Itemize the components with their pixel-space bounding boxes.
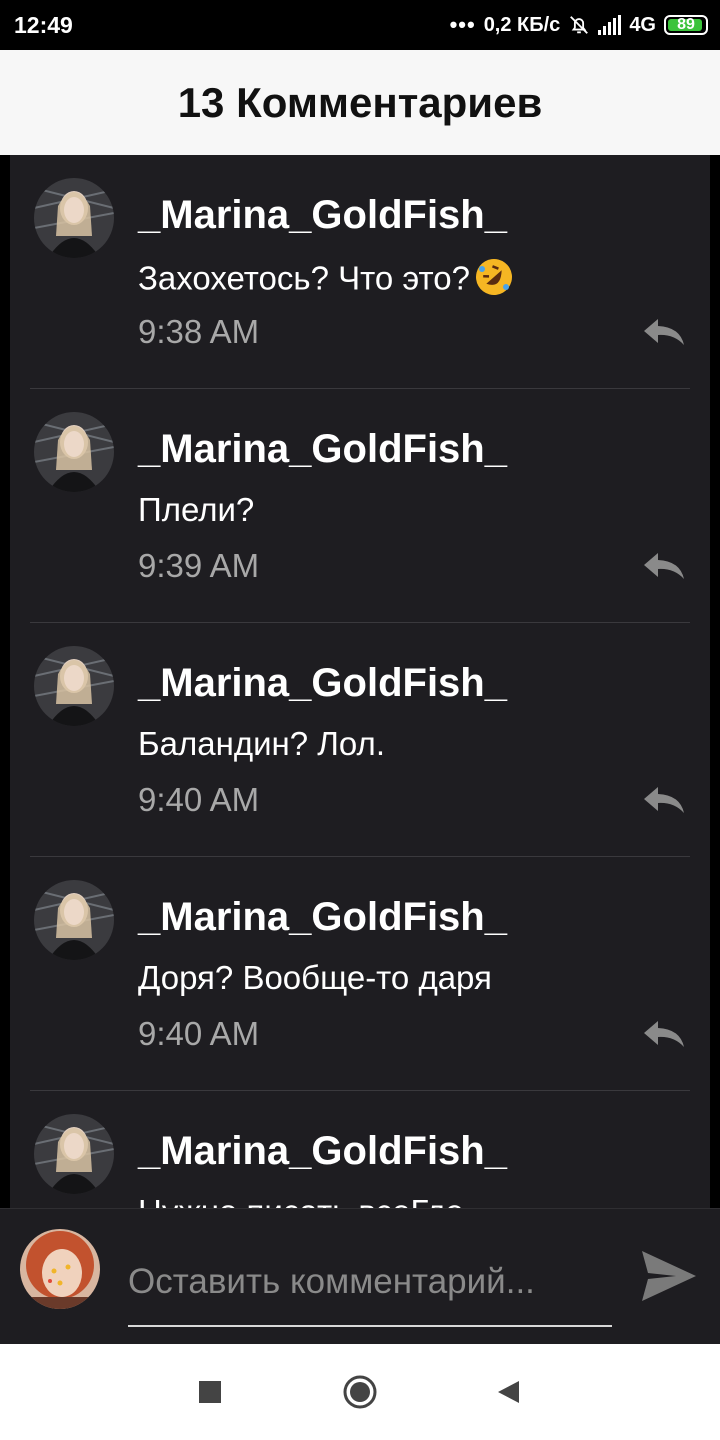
comment-text: Доря? Вообще-то даря bbox=[138, 959, 492, 996]
reply-icon[interactable] bbox=[642, 785, 686, 815]
comment-item[interactable]: _Marina_GoldFish_ Доря? Вообще-то даря 9:4… bbox=[30, 856, 690, 1090]
comment-input[interactable] bbox=[128, 1249, 612, 1327]
muted-bell-icon bbox=[570, 16, 589, 34]
system-nav-bar bbox=[0, 1344, 720, 1440]
comment-time: 9:38 AM bbox=[138, 313, 260, 350]
comment-time: 9:40 AM bbox=[138, 781, 260, 818]
comment-time: 9:39 AM bbox=[138, 547, 260, 584]
comment-item[interactable]: _Marina_GoldFish_ Захохетось? Что это? 9:3… bbox=[10, 155, 710, 388]
my-avatar bbox=[20, 1229, 100, 1309]
comment-text: Захохетось? Что это? bbox=[138, 257, 514, 305]
status-time: 12:49 bbox=[14, 12, 73, 38]
more-dots-icon: ••• bbox=[449, 12, 476, 37]
comment-author[interactable]: _Marina_GoldFish_ bbox=[138, 427, 507, 472]
comment-time: 9:40 AM bbox=[138, 1015, 260, 1052]
back-icon[interactable] bbox=[488, 1372, 528, 1412]
comments-list[interactable]: _Marina_GoldFish_ Захохетось? Что это? 9:3… bbox=[10, 155, 710, 1208]
comment-author[interactable]: _Marina_GoldFish_ bbox=[138, 895, 507, 940]
reply-icon[interactable] bbox=[642, 1019, 686, 1049]
author-avatar[interactable] bbox=[34, 1114, 114, 1194]
comment-item[interactable]: _Marina_GoldFish_ Плели? 9:39 AM bbox=[30, 388, 690, 622]
comment-text: Баландин? Лол. bbox=[138, 725, 385, 762]
comment-text: Плели? bbox=[138, 491, 255, 528]
reply-icon[interactable] bbox=[642, 551, 686, 581]
comment-author[interactable]: _Marina_GoldFish_ bbox=[138, 1129, 507, 1174]
send-icon[interactable] bbox=[640, 1249, 698, 1303]
header: 13 Комментариев bbox=[0, 50, 720, 155]
author-avatar[interactable] bbox=[34, 646, 114, 726]
page-title: 13 Комментариев bbox=[177, 78, 543, 126]
comment-author[interactable]: _Marina_GoldFish_ bbox=[138, 661, 507, 706]
comment-item[interactable]: _Marina_GoldFish_ Нужно писать всеГде bbox=[30, 1090, 690, 1208]
network-speed: 0,2 КБ/с bbox=[483, 13, 561, 36]
laughing-emoji-icon bbox=[474, 257, 514, 305]
comment-text: Нужно писать всеГде bbox=[138, 1193, 464, 1208]
battery-icon: 89 bbox=[664, 15, 708, 35]
author-avatar[interactable] bbox=[34, 178, 114, 258]
home-icon[interactable] bbox=[340, 1372, 380, 1412]
status-bar: 12:49 ••• 0,2 КБ/с 4G 89 bbox=[0, 0, 720, 50]
battery-level: 89 bbox=[677, 16, 695, 33]
status-indicators: ••• 0,2 КБ/с 4G 89 bbox=[450, 10, 708, 40]
reply-icon[interactable] bbox=[642, 317, 686, 347]
author-avatar[interactable] bbox=[34, 412, 114, 492]
author-avatar[interactable] bbox=[34, 880, 114, 960]
comment-author[interactable]: _Marina_GoldFish_ bbox=[138, 193, 507, 238]
comment-item[interactable]: _Marina_GoldFish_ Баландин? Лол. 9:40 AM bbox=[30, 622, 690, 856]
comment-composer bbox=[0, 1208, 720, 1345]
recent-apps-icon[interactable] bbox=[190, 1372, 230, 1412]
network-type: 4G bbox=[629, 13, 656, 36]
signal-icon bbox=[598, 15, 622, 35]
